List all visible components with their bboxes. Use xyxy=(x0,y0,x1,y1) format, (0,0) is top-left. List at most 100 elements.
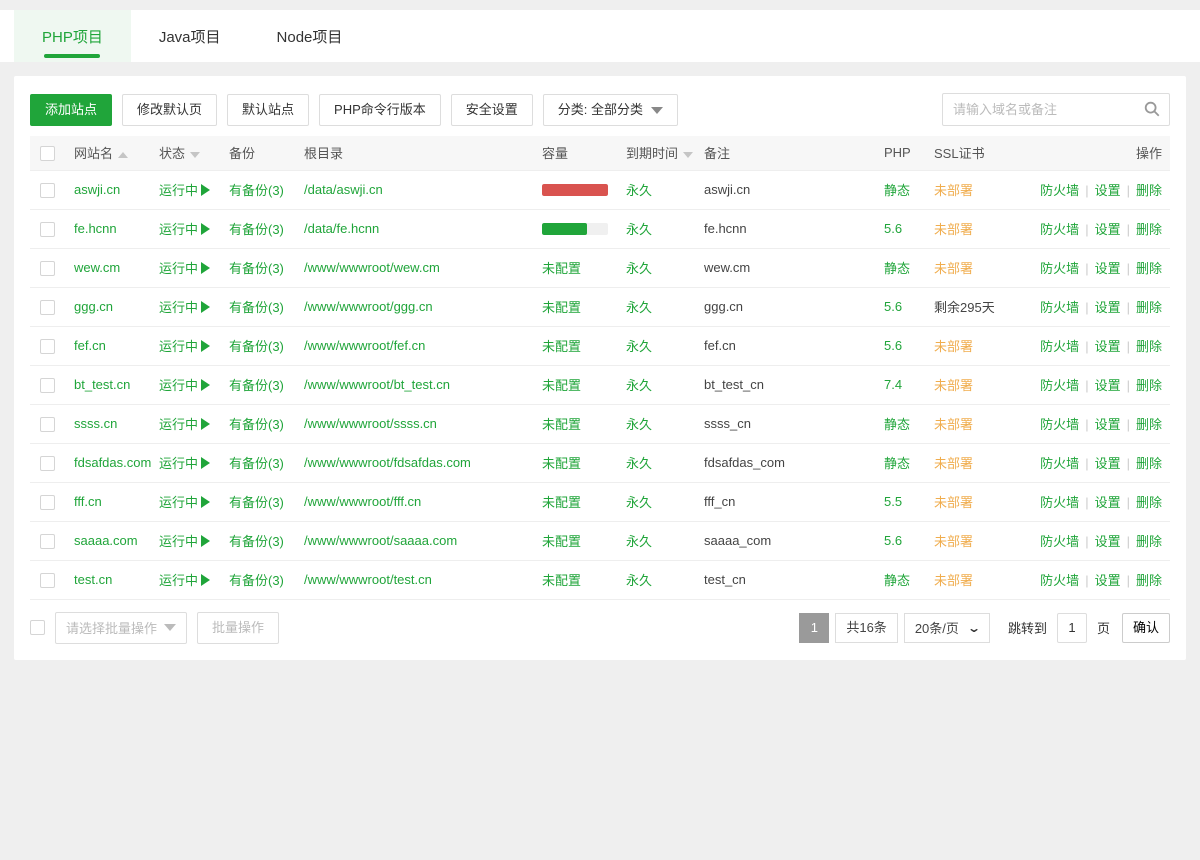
root-path-link[interactable]: /www/wwwroot/fff.cn xyxy=(304,494,421,509)
site-status[interactable]: 运行中 xyxy=(159,573,210,588)
site-name-link[interactable]: ggg.cn xyxy=(74,299,113,314)
firewall-link[interactable]: 防火墙 xyxy=(1040,183,1079,198)
ssl-status-link[interactable]: 未部署 xyxy=(934,456,973,471)
page-number-active[interactable]: 1 xyxy=(799,613,829,643)
expire-time[interactable]: 永久 xyxy=(626,378,652,393)
page-size-select[interactable]: 20条/页 ⌄ xyxy=(904,613,990,643)
backup-link[interactable]: 有备份(3) xyxy=(229,300,284,315)
add-site-button[interactable]: 添加站点 xyxy=(30,94,112,126)
site-remark[interactable]: ssss_cn xyxy=(704,416,751,431)
site-status[interactable]: 运行中 xyxy=(159,495,210,510)
backup-link[interactable]: 有备份(3) xyxy=(229,339,284,354)
site-status[interactable]: 运行中 xyxy=(159,183,210,198)
row-checkbox[interactable] xyxy=(40,378,55,393)
capacity-bar[interactable] xyxy=(542,184,608,196)
delete-link[interactable]: 删除 xyxy=(1136,183,1162,198)
confirm-button[interactable]: 确认 xyxy=(1122,613,1170,643)
backup-link[interactable]: 有备份(3) xyxy=(229,417,284,432)
php-version-link[interactable]: 5.6 xyxy=(884,533,902,548)
capacity-unset-link[interactable]: 未配置 xyxy=(542,378,581,393)
root-path-link[interactable]: /www/wwwroot/bt_test.cn xyxy=(304,377,450,392)
firewall-link[interactable]: 防火墙 xyxy=(1040,456,1079,471)
ssl-status-link[interactable]: 未部署 xyxy=(934,534,973,549)
select-all-checkbox[interactable] xyxy=(40,146,55,161)
delete-link[interactable]: 删除 xyxy=(1136,261,1162,276)
row-checkbox[interactable] xyxy=(40,261,55,276)
capacity-bar[interactable] xyxy=(542,223,608,235)
tab-node[interactable]: Node项目 xyxy=(249,10,371,62)
settings-link[interactable]: 设置 xyxy=(1095,534,1121,549)
firewall-link[interactable]: 防火墙 xyxy=(1040,417,1079,432)
backup-link[interactable]: 有备份(3) xyxy=(229,222,284,237)
firewall-link[interactable]: 防火墙 xyxy=(1040,495,1079,510)
capacity-unset-link[interactable]: 未配置 xyxy=(542,495,581,510)
expire-time[interactable]: 永久 xyxy=(626,300,652,315)
delete-link[interactable]: 删除 xyxy=(1136,417,1162,432)
backup-link[interactable]: 有备份(3) xyxy=(229,378,284,393)
settings-link[interactable]: 设置 xyxy=(1095,339,1121,354)
ssl-status-link[interactable]: 未部署 xyxy=(934,378,973,393)
site-status[interactable]: 运行中 xyxy=(159,456,210,471)
firewall-link[interactable]: 防火墙 xyxy=(1040,261,1079,276)
header-status[interactable]: 状态 xyxy=(155,136,225,170)
header-expire[interactable]: 到期时间 xyxy=(622,136,700,170)
firewall-link[interactable]: 防火墙 xyxy=(1040,573,1079,588)
firewall-link[interactable]: 防火墙 xyxy=(1040,300,1079,315)
ssl-status-link[interactable]: 未部署 xyxy=(934,573,973,588)
settings-link[interactable]: 设置 xyxy=(1095,300,1121,315)
site-status[interactable]: 运行中 xyxy=(159,339,210,354)
settings-link[interactable]: 设置 xyxy=(1095,495,1121,510)
php-version-link[interactable]: 5.5 xyxy=(884,494,902,509)
firewall-link[interactable]: 防火墙 xyxy=(1040,222,1079,237)
site-status[interactable]: 运行中 xyxy=(159,534,210,549)
capacity-unset-link[interactable]: 未配置 xyxy=(542,300,581,315)
site-name-link[interactable]: saaaa.com xyxy=(74,533,138,548)
site-name-link[interactable]: aswji.cn xyxy=(74,182,120,197)
site-remark[interactable]: saaaa_com xyxy=(704,533,771,548)
backup-link[interactable]: 有备份(3) xyxy=(229,573,284,588)
tab-php[interactable]: PHP项目 xyxy=(14,10,131,62)
settings-link[interactable]: 设置 xyxy=(1095,183,1121,198)
delete-link[interactable]: 删除 xyxy=(1136,495,1162,510)
row-checkbox[interactable] xyxy=(40,573,55,588)
php-cli-version-button[interactable]: PHP命令行版本 xyxy=(319,94,441,126)
root-path-link[interactable]: /www/wwwroot/ssss.cn xyxy=(304,416,437,431)
site-name-link[interactable]: test.cn xyxy=(74,572,112,587)
expire-time[interactable]: 永久 xyxy=(626,417,652,432)
php-version-link[interactable]: 静态 xyxy=(884,573,910,588)
ssl-status-link[interactable]: 未部署 xyxy=(934,495,973,510)
delete-link[interactable]: 删除 xyxy=(1136,300,1162,315)
category-filter-dropdown[interactable]: 分类: 全部分类 xyxy=(543,94,678,126)
footer-select-all-checkbox[interactable] xyxy=(30,620,45,635)
expire-time[interactable]: 永久 xyxy=(626,339,652,354)
php-version-link[interactable]: 静态 xyxy=(884,261,910,276)
settings-link[interactable]: 设置 xyxy=(1095,222,1121,237)
ssl-status-link[interactable]: 未部署 xyxy=(934,261,973,276)
site-remark[interactable]: fff_cn xyxy=(704,494,735,509)
site-remark[interactable]: fef.cn xyxy=(704,338,736,353)
delete-link[interactable]: 删除 xyxy=(1136,378,1162,393)
row-checkbox[interactable] xyxy=(40,534,55,549)
root-path-link[interactable]: /www/wwwroot/saaaa.com xyxy=(304,533,457,548)
site-name-link[interactable]: fef.cn xyxy=(74,338,106,353)
settings-link[interactable]: 设置 xyxy=(1095,573,1121,588)
delete-link[interactable]: 删除 xyxy=(1136,534,1162,549)
site-name-link[interactable]: wew.cm xyxy=(74,260,120,275)
expire-time[interactable]: 永久 xyxy=(626,573,652,588)
site-name-link[interactable]: bt_test.cn xyxy=(74,377,130,392)
jump-page-input[interactable] xyxy=(1057,613,1087,643)
row-checkbox[interactable] xyxy=(40,183,55,198)
expire-time[interactable]: 永久 xyxy=(626,534,652,549)
backup-link[interactable]: 有备份(3) xyxy=(229,183,284,198)
backup-link[interactable]: 有备份(3) xyxy=(229,495,284,510)
backup-link[interactable]: 有备份(3) xyxy=(229,534,284,549)
row-checkbox[interactable] xyxy=(40,417,55,432)
settings-link[interactable]: 设置 xyxy=(1095,261,1121,276)
batch-action-button[interactable]: 批量操作 xyxy=(197,612,279,644)
site-status[interactable]: 运行中 xyxy=(159,222,210,237)
site-remark[interactable]: wew.cm xyxy=(704,260,750,275)
backup-link[interactable]: 有备份(3) xyxy=(229,261,284,276)
site-remark[interactable]: fdsafdas_com xyxy=(704,455,785,470)
security-settings-button[interactable]: 安全设置 xyxy=(451,94,533,126)
modify-default-page-button[interactable]: 修改默认页 xyxy=(122,94,217,126)
